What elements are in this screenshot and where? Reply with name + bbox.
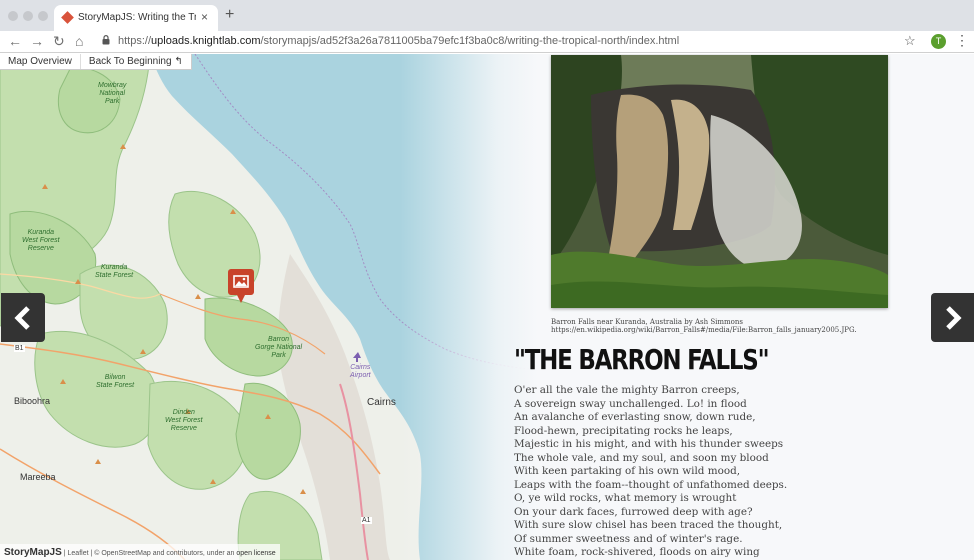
window-close-dot[interactable] (8, 11, 18, 21)
map-label-kuranda-west: Kuranda West Forest Reserve (22, 229, 60, 252)
map-label-mowbray: Mowbray National Park (98, 82, 127, 105)
map-label-cairns-airport: Cairns Airport (350, 364, 371, 379)
map-nav-bar: Map Overview Back To Beginning ↰ (0, 54, 192, 70)
window-minimize-dot[interactable] (23, 11, 33, 21)
profile-avatar[interactable]: T (931, 34, 946, 49)
back-to-beginning-button[interactable]: Back To Beginning ↰ (81, 54, 191, 69)
media-caption-credit: Barron Falls near Kuranda, Australia by … (551, 318, 743, 326)
poem-line: Majestic in his might, and with his thun… (514, 438, 784, 450)
window-zoom-dot[interactable] (38, 11, 48, 21)
browser-toolbar: ← → ↻ ⌂ https://uploads.knightlab.com/st… (0, 31, 974, 53)
tab-close-icon[interactable]: × (201, 10, 208, 24)
chevron-left-icon (14, 306, 30, 330)
poem-line: Of summer sweetness and of winter's rage… (514, 532, 743, 545)
map-label-biboohra: Biboohra (14, 396, 51, 406)
open-license-link[interactable]: open license (236, 550, 275, 557)
forward-arrow-icon[interactable]: → (30, 33, 44, 49)
poem-line: Flood-hewn, precipitating rocks he leaps… (514, 424, 733, 437)
reload-icon[interactable]: ↻ (53, 33, 65, 49)
storymap-favicon-icon (61, 11, 74, 24)
storymapjs-brand-link[interactable]: StoryMapJS (4, 547, 62, 558)
route-shield-b1: B1 (14, 345, 25, 352)
poem-line: Leaps with the foam--thought of unfathom… (514, 478, 788, 491)
next-slide-button[interactable] (931, 293, 974, 342)
map-label-dinden: Dinden West Forest Reserve (165, 409, 203, 432)
chevron-right-icon (946, 306, 962, 330)
lock-icon (102, 35, 110, 48)
map-overview-button[interactable]: Map Overview (0, 54, 81, 69)
tab-strip: StoryMapJS: Writing the Tropical North ×… (0, 0, 974, 31)
home-icon[interactable]: ⌂ (75, 33, 83, 49)
media-caption: Barron Falls near Kuranda, Australia by … (551, 318, 857, 334)
map-attribution: StoryMapJS | Leaflet | © OpenStreetMap a… (0, 544, 280, 560)
poem-line: The whole vale, and my soul, and soon my… (514, 451, 769, 464)
route-shield-a1: A1 (361, 517, 372, 524)
map-label-bilwon: Bilwon State Forest (96, 374, 135, 389)
map-marker-image-icon[interactable] (228, 269, 254, 303)
poem-line: White foam, rock-shivered, floods on air… (514, 546, 760, 558)
media-caption-url[interactable]: https://en.wikipedia.org/wiki/Barron_Fal… (551, 326, 857, 334)
slide-poem-text: O'er all the vale the mighty Barron cree… (514, 384, 787, 560)
map-label-mareeba: Mareeba (20, 472, 56, 482)
url-scheme: https:// (118, 35, 152, 47)
url-host: uploads.knightlab.com (151, 35, 261, 47)
back-arrow-icon[interactable]: ← (8, 33, 22, 49)
poem-line: With keen partaking of his own wild mood… (514, 465, 741, 477)
browser-menu-icon[interactable]: ⋮ (955, 32, 969, 49)
attribution-text: | Leaflet | © OpenStreetMap and contribu… (63, 550, 235, 557)
poem-line: An avalanche of everlasting snow, down r… (514, 411, 756, 423)
poem-line: With sure slow chisel has been traced th… (514, 519, 783, 531)
tab-title: StoryMapJS: Writing the Tropical North (78, 12, 196, 23)
map-label-kuranda-state: Kuranda State Forest (95, 264, 134, 279)
slide-headline: "THE BARRON FALLS" (514, 343, 770, 376)
new-tab-button[interactable]: + (225, 7, 234, 23)
poem-line: O, ye wild rocks, what memory is wrought (514, 492, 737, 504)
address-bar[interactable]: https://uploads.knightlab.com/storymapjs… (118, 35, 679, 47)
map-label-cairns: Cairns (367, 397, 396, 408)
poem-line: On your dark faces, furrowed deep with a… (514, 505, 753, 518)
storymap-viewport: Mowbray National Park Kuranda West Forest Re… (0, 54, 974, 560)
bookmark-star-icon[interactable]: ☆ (904, 33, 916, 49)
poem-line: O'er all the vale the mighty Barron cree… (514, 384, 740, 396)
browser-tab[interactable]: StoryMapJS: Writing the Tropical North × (54, 5, 218, 31)
barron-falls-photo (551, 55, 888, 308)
previous-slide-button[interactable] (1, 293, 45, 342)
url-path: /storymapjs/ad52f3a26a7811005ba79efc1f3b… (260, 35, 680, 47)
poem-line: A sovereign sway unchallenged. Lo! in fl… (514, 397, 747, 410)
map-label-barron-gorge: Barron Gorge National Park (255, 336, 303, 359)
